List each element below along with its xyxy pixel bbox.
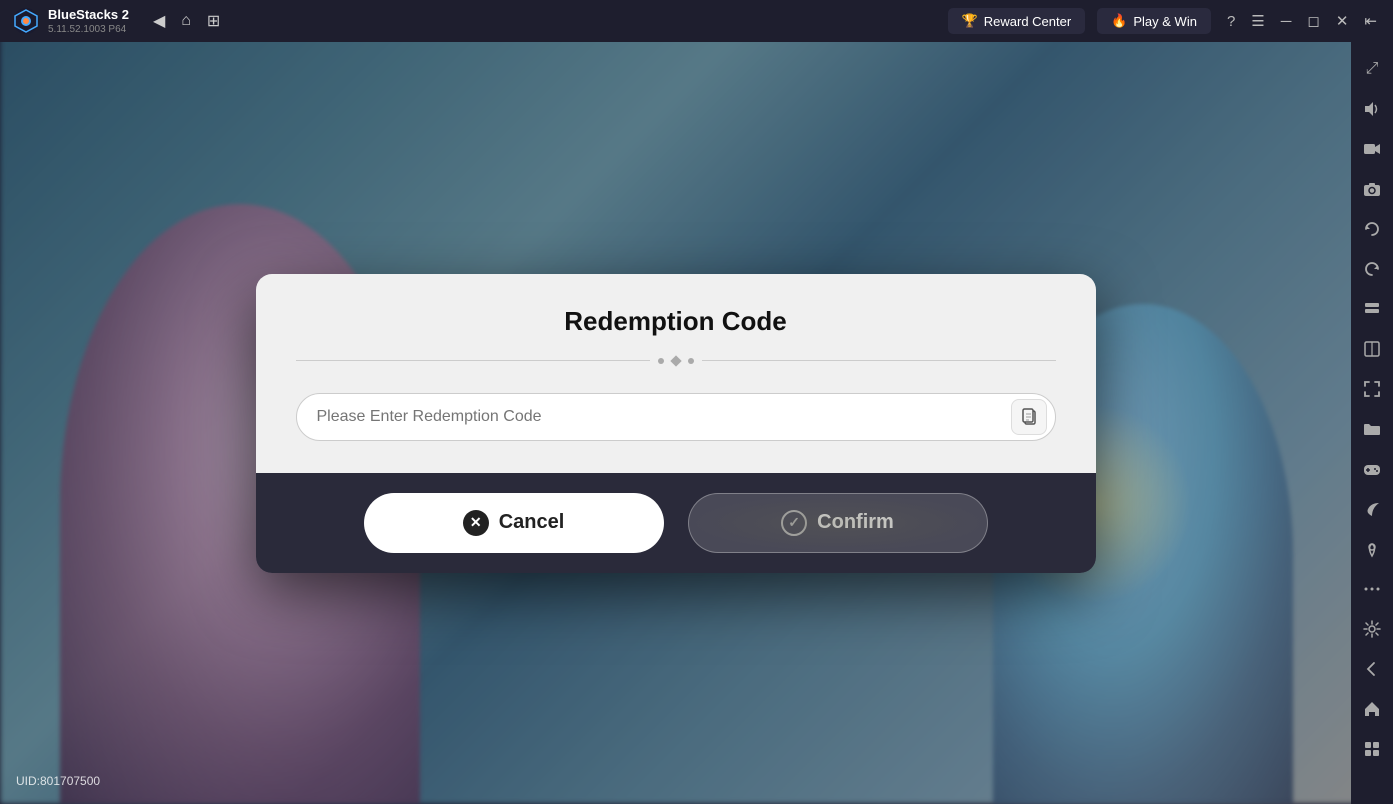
location-icon[interactable] — [1355, 532, 1389, 566]
app-name: BlueStacks 2 — [48, 7, 129, 22]
dialog-divider — [296, 357, 1056, 365]
help-icon[interactable]: ? — [1227, 13, 1235, 30]
confirm-icon: ✓ — [781, 510, 807, 536]
dialog-top: Redemption Code — [256, 274, 1096, 473]
titlebar: BlueStacks 2 5.11.52.1003 P64 ◀ ⌂ ⊞ 🏆 Re… — [0, 0, 1393, 42]
titlebar-right: ? ☰ ─ ◻ ✕ ⇤ — [1211, 12, 1393, 30]
fullscreen-icon[interactable]: ⤢ — [1355, 52, 1389, 86]
apps-sidebar-icon[interactable] — [1355, 732, 1389, 766]
play-icon: 🔥 — [1111, 13, 1127, 29]
redemption-dialog: Redemption Code — [256, 274, 1096, 573]
menu-icon[interactable]: ☰ — [1251, 12, 1264, 30]
right-sidebar: ⤢ — [1351, 42, 1393, 804]
home-nav-icon[interactable]: ⌂ — [181, 12, 191, 30]
expand-icon[interactable]: ⇤ — [1364, 12, 1377, 30]
camera-icon[interactable] — [1355, 172, 1389, 206]
folder-icon[interactable] — [1355, 412, 1389, 446]
dialog-title: Redemption Code — [296, 306, 1056, 337]
screenshot-icon[interactable] — [1355, 372, 1389, 406]
cancel-button[interactable]: ✕ Cancel — [364, 493, 664, 553]
minimize-icon[interactable]: ─ — [1281, 13, 1292, 30]
settings-icon[interactable] — [1355, 612, 1389, 646]
dialog-overlay: Redemption Code — [0, 42, 1351, 804]
layers-icon[interactable] — [1355, 292, 1389, 326]
code-input-row — [296, 393, 1056, 441]
rotate-ccw-icon[interactable] — [1355, 252, 1389, 286]
home-sidebar-icon[interactable] — [1355, 692, 1389, 726]
reward-btn-label: Reward Center — [984, 14, 1071, 29]
reward-icon: 🏆 — [962, 13, 978, 29]
divider-line-left — [296, 360, 650, 361]
confirm-label: Confirm — [817, 511, 894, 534]
titlebar-left: BlueStacks 2 5.11.52.1003 P64 ◀ ⌂ ⊞ — [0, 7, 948, 35]
paste-button[interactable] — [1011, 399, 1047, 435]
volume-icon[interactable] — [1355, 92, 1389, 126]
play-btn-label: Play & Win — [1133, 14, 1197, 29]
back-sidebar-icon[interactable] — [1355, 652, 1389, 686]
back-nav-icon[interactable]: ◀ — [153, 11, 165, 31]
grid-nav-icon[interactable]: ⊞ — [207, 11, 220, 31]
cancel-icon: ✕ — [463, 510, 489, 536]
video-record-icon[interactable] — [1355, 132, 1389, 166]
app-info: BlueStacks 2 5.11.52.1003 P64 — [48, 7, 129, 35]
bluestacks-logo — [12, 7, 40, 35]
nav-buttons: ◀ ⌂ ⊞ — [137, 11, 236, 31]
cancel-label: Cancel — [499, 511, 565, 534]
book-icon[interactable] — [1355, 332, 1389, 366]
rotate-cw-icon[interactable] — [1355, 212, 1389, 246]
reward-center-button[interactable]: 🏆 Reward Center — [948, 8, 1086, 34]
titlebar-center: 🏆 Reward Center 🔥 Play & Win — [948, 8, 1211, 34]
gamepad-icon[interactable] — [1355, 452, 1389, 486]
confirm-button[interactable]: ✓ Confirm — [688, 493, 988, 553]
eco-icon[interactable] — [1355, 492, 1389, 526]
uid-label: UID:801707500 — [16, 774, 100, 788]
more-options-icon[interactable] — [1355, 572, 1389, 606]
play-win-button[interactable]: 🔥 Play & Win — [1097, 8, 1211, 34]
divider-dot-1 — [658, 358, 664, 364]
restore-icon[interactable]: ◻ — [1307, 12, 1319, 30]
dialog-bottom: ✕ Cancel ✓ Confirm — [256, 473, 1096, 573]
app-version: 5.11.52.1003 P64 — [48, 24, 129, 35]
paste-icon — [1020, 408, 1038, 426]
divider-line-right — [702, 360, 1056, 361]
divider-dot-2 — [688, 358, 694, 364]
divider-diamond — [670, 355, 681, 366]
redemption-code-input[interactable] — [317, 398, 1003, 436]
close-icon[interactable]: ✕ — [1336, 12, 1349, 30]
